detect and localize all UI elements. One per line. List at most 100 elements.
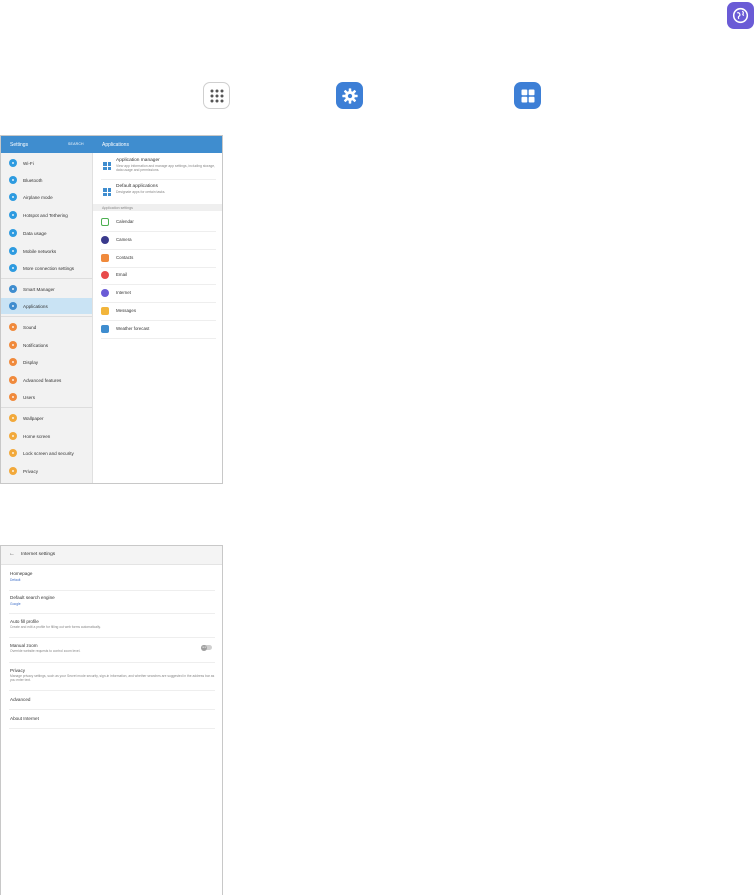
display-icon (9, 358, 17, 366)
search-button[interactable]: SEARCH (68, 142, 84, 146)
app-item-label: Internet (116, 290, 131, 295)
setting-description: Override website requests to control zoo… (10, 649, 81, 653)
app-item-email[interactable]: Email (93, 266, 222, 283)
sidebar-item-label: Users (23, 394, 35, 400)
wallpaper-icon (9, 414, 17, 422)
applications-icon[interactable] (514, 82, 541, 109)
sidebar-item-data-usage[interactable]: Data usage (1, 225, 92, 241)
sidebar-item-mobile-networks[interactable]: Mobile networks (1, 243, 92, 259)
divider (9, 662, 215, 663)
auto-fill-setting[interactable]: Auto fill profile Create and edit a prof… (1, 616, 222, 636)
app-item-label: Calendar (116, 219, 134, 224)
sidebar-item-label: Advanced features (23, 377, 62, 383)
apps-dots-glyph (210, 89, 223, 102)
sidebar-item-airplane-mode[interactable]: Airplane mode (1, 189, 92, 205)
setting-value: Google (10, 602, 21, 606)
sidebar-item-notifications[interactable]: Notifications (1, 337, 92, 353)
search-engine-setting[interactable]: Default search engine Google (1, 592, 222, 612)
notifications-icon (9, 341, 17, 349)
settings-title: Settings (10, 142, 29, 148)
messages-icon (101, 306, 109, 315)
manual-zoom-setting[interactable]: Manual zoom Override website requests to… (1, 640, 222, 660)
sidebar-item-display[interactable]: Display (1, 354, 92, 370)
apps-grid-icon[interactable] (203, 82, 230, 109)
item-title: Default applications (116, 184, 158, 189)
setting-title: Privacy (10, 668, 26, 673)
app-item-label: Weather forecast (116, 326, 150, 331)
sidebar-item-bluetooth[interactable]: Bluetooth (1, 172, 92, 188)
setting-description: Create and edit a profile for filling ou… (10, 625, 101, 629)
app-item-calendar[interactable]: Calendar (93, 213, 222, 230)
app-item-label: Camera (116, 237, 132, 242)
sidebar-item-label: More connection settings (23, 265, 75, 271)
more-connection-icon (9, 264, 17, 272)
sidebar-item-wallpaper[interactable]: Wallpaper (1, 410, 92, 426)
sidebar-item-smart-manager[interactable]: Smart Manager (1, 281, 92, 297)
applications-icon (9, 302, 17, 310)
lock-icon (9, 449, 17, 457)
sidebar-item-label: Data usage (23, 230, 47, 236)
homepage-setting[interactable]: Homepage Default (1, 568, 222, 588)
data-usage-icon (9, 229, 17, 237)
sidebar-item-advanced-features[interactable]: Advanced features (1, 372, 92, 388)
gear-glyph (341, 87, 358, 104)
panel-title: Applications (102, 142, 129, 148)
sidebar-divider (1, 316, 92, 317)
settings-applications-screenshot: Settings SEARCH Applications Wi-Fi Bluet… (0, 135, 223, 484)
sidebar-item-sound[interactable]: Sound (1, 319, 92, 335)
app-item-label: Email (116, 272, 127, 277)
sidebar-divider (1, 407, 92, 408)
email-icon (101, 270, 109, 279)
setting-title: Manual zoom (10, 643, 38, 648)
advanced-setting[interactable]: Advanced (1, 692, 222, 708)
app-item-label: Messages (116, 308, 137, 313)
contacts-icon (101, 253, 109, 262)
toggle-state-label: OFF (201, 644, 207, 651)
setting-title: Default search engine (10, 595, 55, 600)
divider (101, 179, 216, 180)
manual-zoom-toggle[interactable]: OFF (201, 644, 212, 651)
privacy-setting[interactable]: Privacy Manage privacy settings, such as… (1, 665, 222, 689)
sidebar-item-label: Mobile networks (23, 248, 57, 254)
app-item-contacts[interactable]: Contacts (93, 249, 222, 266)
hotspot-icon (9, 211, 17, 219)
setting-title: About Internet (10, 716, 39, 721)
sidebar-item-applications[interactable]: Applications (1, 298, 92, 314)
globe-glyph (732, 7, 749, 24)
sidebar-item-more-connection[interactable]: More connection settings (1, 260, 92, 276)
sidebar-item-wifi[interactable]: Wi-Fi (1, 155, 92, 171)
sidebar-item-privacy[interactable]: Privacy (1, 463, 92, 479)
app-item-messages[interactable]: Messages (93, 302, 222, 319)
item-title: Application manager (116, 158, 160, 163)
setting-description: Manage privacy settings, such as your Se… (10, 674, 215, 682)
section-header: Application settings (93, 204, 222, 211)
back-arrow-icon[interactable]: ← (9, 551, 15, 557)
users-icon (9, 393, 17, 401)
divider (9, 709, 215, 710)
sidebar-item-hotspot[interactable]: Hotspot and Tethering (1, 207, 92, 223)
divider (9, 690, 215, 691)
default-applications-item[interactable]: Default applications Designate apps for … (93, 182, 222, 204)
application-manager-item[interactable]: Application manager View app information… (93, 156, 222, 178)
settings-header: Settings SEARCH Applications (1, 136, 222, 153)
settings-gear-icon[interactable] (336, 82, 363, 109)
weather-icon (101, 324, 109, 333)
application-manager-icon (103, 162, 111, 170)
setting-title: Advanced (10, 697, 31, 702)
sound-icon (9, 323, 17, 331)
app-item-camera[interactable]: Camera (93, 231, 222, 248)
sidebar-item-label: Wallpaper (23, 415, 44, 421)
sidebar-item-lock-screen[interactable]: Lock screen and security (1, 445, 92, 461)
app-item-internet[interactable]: Internet (93, 284, 222, 301)
setting-title: Auto fill profile (10, 619, 39, 624)
internet-settings-header: ← Internet settings (1, 546, 222, 565)
privacy-icon (9, 467, 17, 475)
internet-globe-icon[interactable] (727, 2, 754, 29)
sidebar-divider (1, 278, 92, 279)
divider (9, 637, 215, 638)
sidebar-item-users[interactable]: Users (1, 389, 92, 405)
about-internet-setting[interactable]: About Internet (1, 711, 222, 727)
sidebar-item-label: Privacy (23, 468, 39, 474)
sidebar-item-home-screen[interactable]: Home screen (1, 428, 92, 444)
app-item-weather[interactable]: Weather forecast (93, 320, 222, 337)
